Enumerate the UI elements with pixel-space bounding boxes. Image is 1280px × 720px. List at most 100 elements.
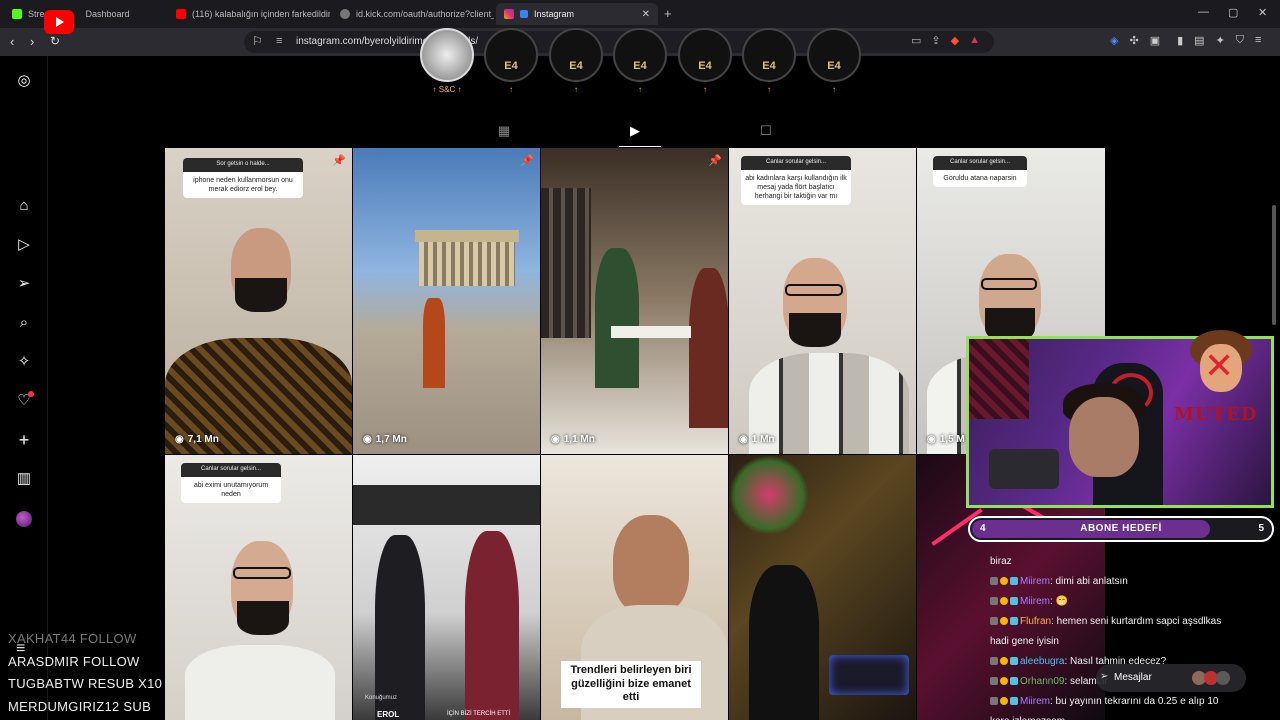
wallet-icon[interactable]: ▤ <box>1194 34 1204 47</box>
chat-username[interactable]: Flufran <box>1020 616 1051 627</box>
sub-badge-icon <box>1000 677 1008 685</box>
chat-text: : hemen seni kurtardım sapci aşsdlkas <box>1051 616 1222 627</box>
brave-rewards-icon[interactable]: ▲ <box>969 34 980 47</box>
dashboard-icon[interactable]: ▥ <box>15 470 33 488</box>
instagram-icon[interactable]: ◎ <box>15 72 33 90</box>
direct-icon[interactable]: ➢ <box>15 275 33 293</box>
tagged-tab-icon[interactable]: ☐ <box>759 124 773 138</box>
gift-badge-icon <box>1010 577 1018 585</box>
reel-tile[interactable]: Konuğumuz EROL İÇİN BİZİ TERCİH ETTİ <box>353 455 540 720</box>
glasses <box>981 278 1037 290</box>
home-icon[interactable]: ⌂ <box>15 197 33 215</box>
reel-tile[interactable]: Trendleri belirleyen biri güzelliğini bi… <box>541 455 728 720</box>
posts-tab-icon[interactable]: ▦ <box>497 124 511 138</box>
reels-icon[interactable]: ▷ <box>15 236 33 254</box>
question-card: Canlar sorular gelsin... abi kadınlara k… <box>741 156 851 206</box>
chat-badge-icon <box>990 577 998 585</box>
site-settings-icon[interactable]: ≡ <box>276 35 282 47</box>
share-icon[interactable]: ⇪ <box>931 34 940 47</box>
chat-text: kere izlemezsem... <box>990 716 1073 720</box>
create-icon[interactable]: + <box>15 431 33 449</box>
reel-tile[interactable] <box>729 455 916 720</box>
chat-badge-icon <box>990 697 998 705</box>
gift-badge-icon <box>1010 697 1018 705</box>
highlight-item[interactable]: E4 <box>613 28 667 82</box>
tab-stream-dashboard[interactable]: Strea Dashboard <box>4 3 166 25</box>
back-icon[interactable]: ‹ <box>10 34 14 49</box>
highlight-item[interactable] <box>420 28 474 82</box>
leo-icon[interactable]: ✦ <box>1216 34 1225 47</box>
bookmark-icon[interactable]: ⚐ <box>252 34 263 48</box>
highlight-item[interactable]: E4 <box>678 28 732 82</box>
search-icon[interactable]: ⌕ <box>15 314 33 332</box>
close-tab-icon[interactable]: ✕ <box>642 9 650 20</box>
messages-button[interactable]: ➢ Mesajlar <box>1096 664 1246 692</box>
profile-avatar[interactable] <box>16 511 32 527</box>
chat-username[interactable]: aleebugra <box>1020 656 1064 667</box>
chat-badge-icon <box>990 677 998 685</box>
dj-controller-image <box>829 655 909 695</box>
event-line: TUGBABTW RESUB X10 <box>8 676 163 691</box>
globe-icon <box>340 9 350 19</box>
cast-icon[interactable]: ▭ <box>911 34 921 47</box>
vpn-icon[interactable]: ⛉ <box>1236 34 1244 47</box>
muted-avatar: ✕ <box>1190 330 1252 396</box>
pin-icon: 📌 <box>520 155 534 167</box>
reel-tile[interactable]: 📌 ◉ 1,1 Mn <box>541 148 728 454</box>
chat-username[interactable]: Miirem <box>1020 696 1050 707</box>
profile-tabs: ▦ ▶ ☐ <box>165 118 1105 148</box>
reel-tile[interactable]: Sor getsin o halde... iphone neden kulla… <box>165 148 352 454</box>
highlight-item[interactable]: E4 <box>549 28 603 82</box>
youtube-icon <box>176 9 186 19</box>
person-head <box>613 515 689 615</box>
question-card: Sor getsin o halde... iphone neden kulla… <box>183 158 303 198</box>
chat-message: Miirem: dimi abi anlatsın <box>990 572 1280 592</box>
event-line: ARASDMIR FOLLOW <box>8 653 140 669</box>
person-body <box>749 565 819 720</box>
chat-username[interactable]: Orhann09 <box>1020 676 1064 687</box>
monument-image <box>419 240 515 286</box>
puzzle-icon[interactable]: ✣ <box>1129 34 1138 47</box>
person-beard <box>237 601 289 635</box>
highlight-label: ↑ <box>574 85 578 94</box>
chat-box: biraz Miirem: dimi abi anlatsın Miirem: 😁 F… <box>990 552 1280 720</box>
close-window-button[interactable]: ✕ <box>1258 6 1267 19</box>
reload-icon[interactable]: ↻ <box>50 34 60 48</box>
tab-label-secondary: Dashboard <box>85 9 130 19</box>
gift-badge-icon <box>1010 617 1018 625</box>
chat-message: biraz <box>990 552 1280 572</box>
reel-tile[interactable]: Canlar sorular gelsin... abi kadınlara k… <box>729 148 916 454</box>
reel-tile[interactable]: 📌 ◉ 1,7 Mn <box>353 148 540 454</box>
heart-icon[interactable]: ♡ <box>15 391 34 410</box>
menu-icon[interactable]: ≡ <box>1255 34 1261 47</box>
direct-icon: ➢ <box>1100 671 1109 682</box>
maximize-button[interactable]: ▢ <box>1228 6 1238 19</box>
chat-username[interactable]: Miirem <box>1020 596 1050 607</box>
chat-username[interactable]: Miirem <box>1020 576 1050 587</box>
extension-icon[interactable]: ◈ <box>1110 34 1118 47</box>
highlight-item[interactable]: E4 <box>807 28 861 82</box>
messages-label: Mesajlar <box>1114 672 1152 683</box>
browser-tab-bar: Strea Dashboard (116) kalabalığın içinde… <box>0 0 1280 28</box>
highlight-label: ↑ <box>832 85 836 94</box>
reels-tab-icon[interactable]: ▶ <box>628 124 642 138</box>
new-tab-button[interactable]: + <box>664 6 672 21</box>
forward-icon[interactable]: › <box>30 34 34 49</box>
question-card: Canlar sorular gelsin... Goruldu atana n… <box>933 156 1027 187</box>
brave-shield-icon[interactable]: ◆ <box>951 34 959 47</box>
reel-tile[interactable]: Canlar sorular gelsin... abi eximi unuta… <box>165 455 352 720</box>
tab-instagram[interactable]: Instagram ✕ <box>496 3 658 25</box>
highlight-item[interactable]: E4 <box>484 28 538 82</box>
sidebar-toggle-icon[interactable]: ▮ <box>1177 34 1183 47</box>
minimize-button[interactable]: — <box>1198 6 1209 18</box>
page-scrollbar[interactable] <box>1272 205 1276 325</box>
event-feed: XAKHAT44 FOLLOW ARASDMIR FOLLOW TUGBABTW… <box>8 628 162 718</box>
chat-message: hadi gene iyisin <box>990 632 1280 652</box>
glasses <box>233 567 291 579</box>
tab-youtube[interactable]: (116) kalabalığın içinden farkedildin - <box>168 3 330 25</box>
highlight-item[interactable]: E4 <box>742 28 796 82</box>
screenshot-icon[interactable]: ▣ <box>1150 34 1160 47</box>
explore-icon[interactable]: ✧ <box>15 353 33 371</box>
tab-kick-oauth[interactable]: id.kick.com/oauth/authorize?client_id <box>332 3 494 25</box>
overlay-text-name: EROL <box>377 710 400 719</box>
